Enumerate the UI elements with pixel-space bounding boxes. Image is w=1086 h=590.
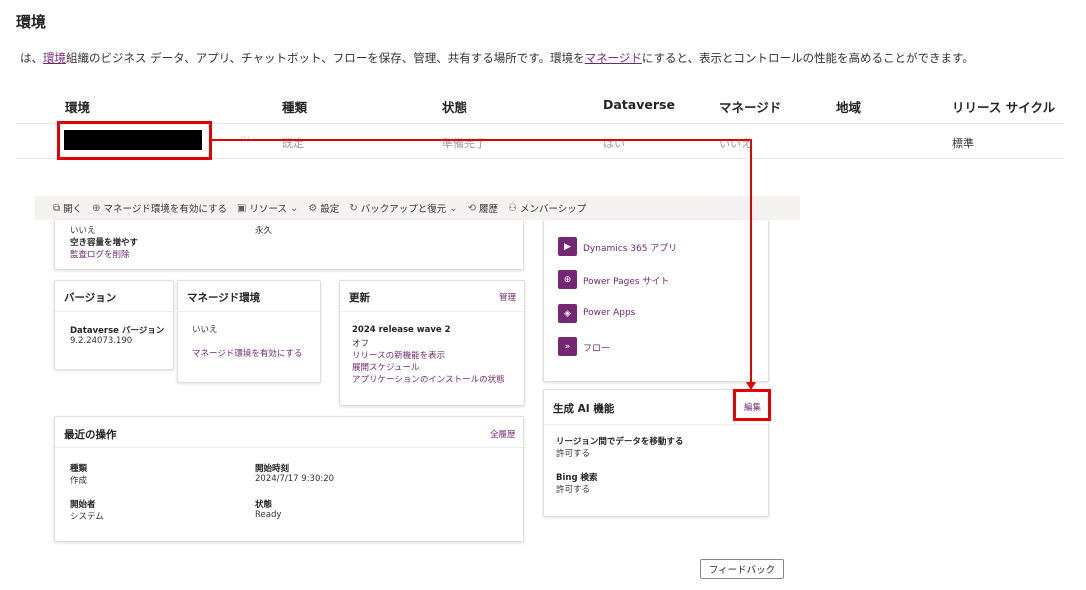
annotation-arrow <box>212 139 756 390</box>
